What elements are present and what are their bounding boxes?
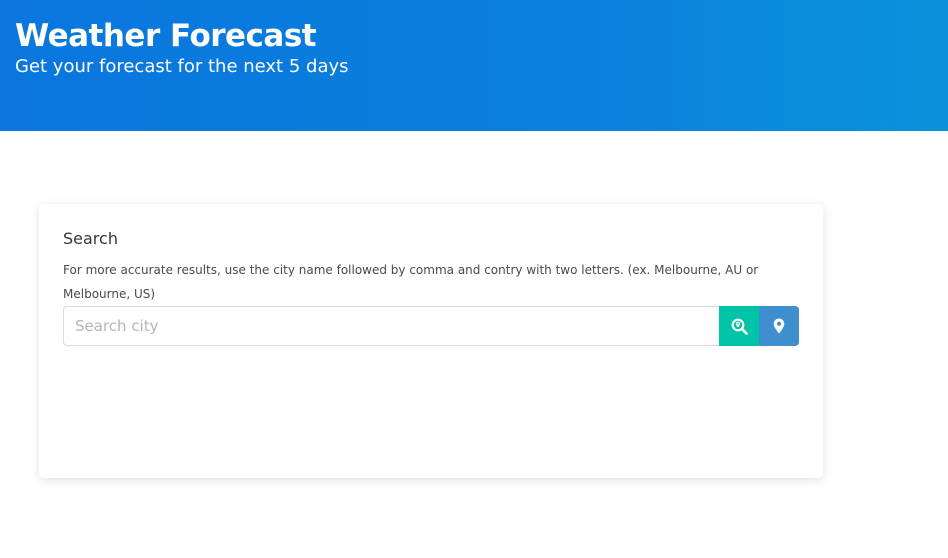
page-header: Weather Forecast Get your forecast for t… [0, 0, 948, 131]
city-search-input[interactable] [63, 306, 719, 346]
search-button[interactable] [719, 306, 759, 346]
map-marker-icon [773, 318, 785, 334]
search-card: Search For more accurate results, use th… [39, 204, 823, 478]
search-help-text: For more accurate results, use the city … [63, 263, 759, 301]
search-card-title: Search [63, 229, 118, 248]
page-subtitle: Get your forecast for the next 5 days [15, 56, 349, 77]
page-title: Weather Forecast [15, 18, 317, 54]
search-bar [63, 306, 799, 346]
search-location-icon [731, 318, 748, 335]
locate-me-button[interactable] [759, 306, 799, 346]
